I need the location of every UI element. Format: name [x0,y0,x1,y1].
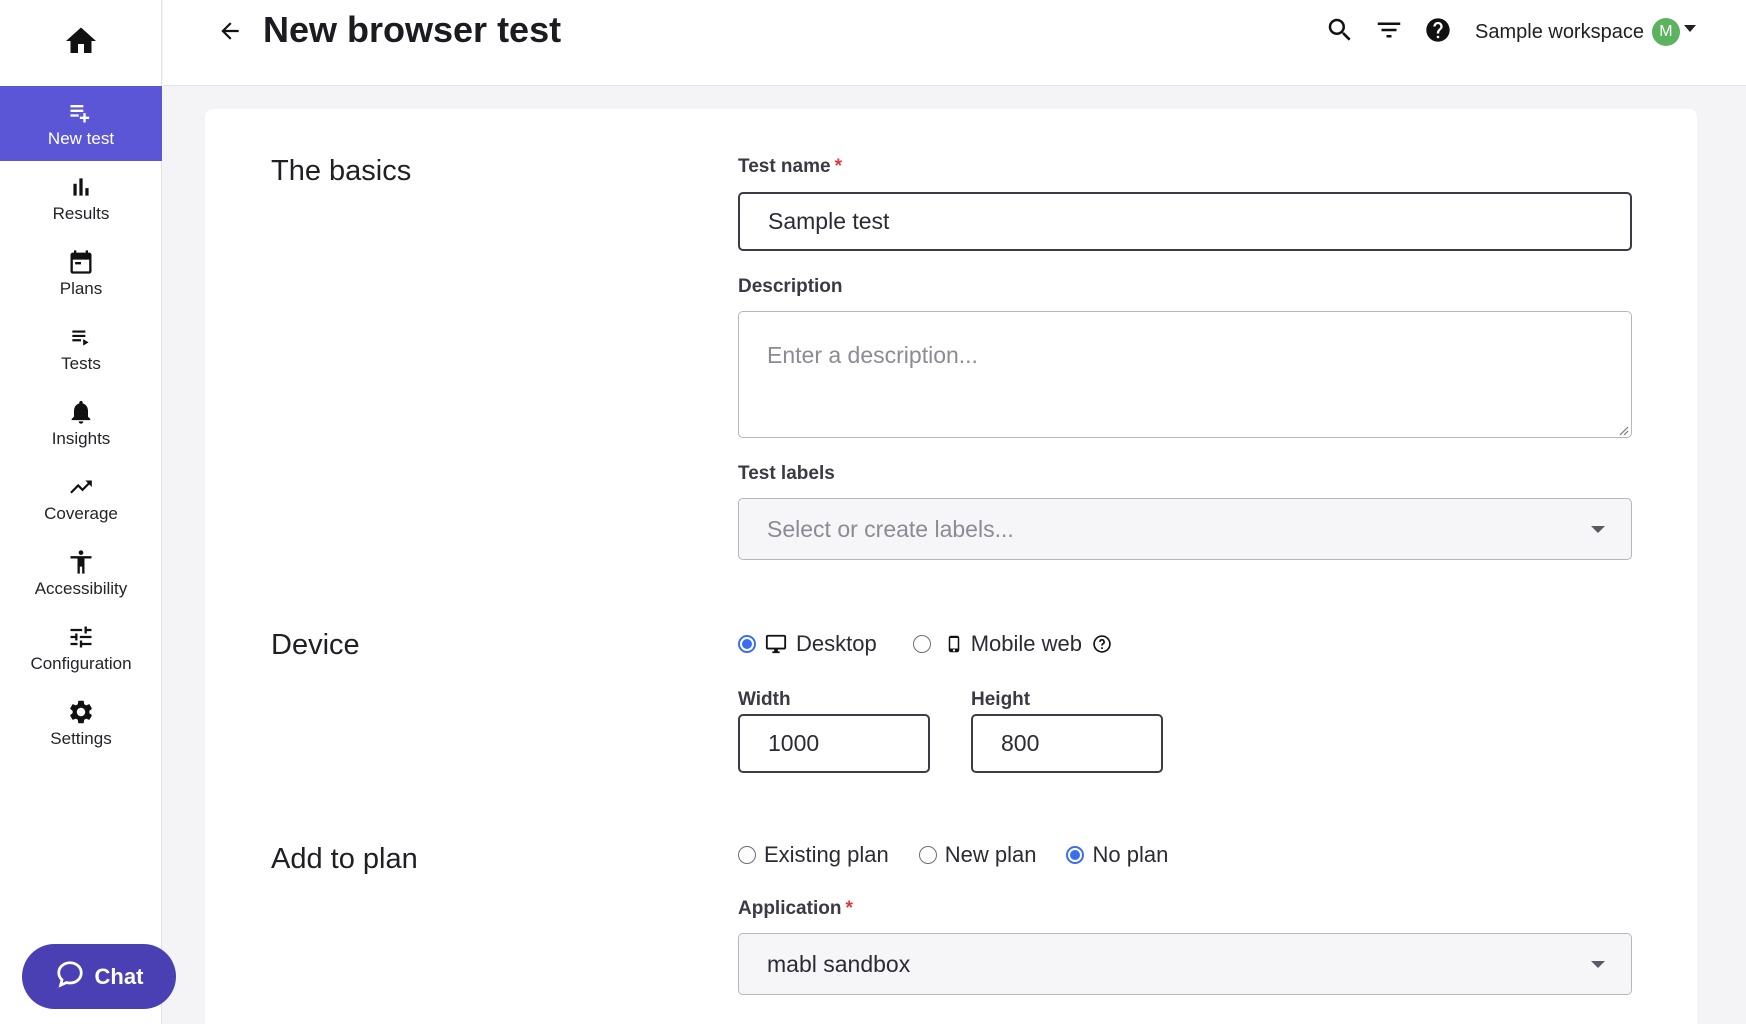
caret-down-icon [1683,24,1696,32]
height-input[interactable] [971,714,1163,773]
sidebar: New test Results Plans Tests Insights Co… [0,0,176,1024]
tune-icon [67,623,95,651]
sidebar-item-plans[interactable]: Plans [0,236,162,311]
width-input[interactable] [738,714,930,773]
sidebar-item-results[interactable]: Results [0,161,162,236]
home-icon [62,23,100,64]
radio-no-plan[interactable]: No plan [1066,842,1168,868]
workspace-switcher[interactable]: Sample workspace M [1475,16,1696,48]
sidebar-item-label: Plans [59,279,103,298]
bell-icon [67,398,95,426]
help-button[interactable] [1423,17,1453,47]
desktop-icon [764,633,788,655]
search-button[interactable] [1325,17,1355,47]
sidebar-item-label: Tests [61,354,101,373]
sidebar-item-label: Coverage [44,504,118,523]
sidebar-item-settings[interactable]: Settings [0,686,162,761]
description-label: Description [738,276,843,297]
chat-label: Chat [94,963,144,989]
sidebar-item-label: Accessibility [34,579,128,598]
radio-desktop[interactable]: Desktop [738,631,877,657]
radio-existing-plan[interactable]: Existing plan [738,842,889,868]
chevron-down-icon [1591,961,1605,968]
required-asterisk: * [834,156,842,177]
section-title-device: Device [271,629,360,661]
chat-bubble-icon [55,959,85,995]
section-title-basics: The basics [271,155,412,187]
required-asterisk: * [845,898,853,919]
list-play-icon [67,323,95,351]
help-outline-icon[interactable] [1092,634,1112,654]
bar-chart-icon [67,173,95,201]
sidebar-item-tests[interactable]: Tests [0,311,162,386]
sidebar-item-new-test[interactable]: New test [0,86,162,161]
filter-button[interactable] [1374,17,1404,47]
radio-existing-plan-label: Existing plan [764,842,889,867]
radio-circle [912,635,931,653]
sidebar-nav: New test Results Plans Tests Insights Co… [0,86,162,761]
header: New browser test Sample workspace M [163,0,1746,86]
avatar: M [1651,18,1680,46]
application-value: mabl sandbox [767,950,911,977]
sidebar-item-label: Insights [51,429,111,448]
radio-circle [738,635,756,653]
sidebar-item-accessibility[interactable]: Accessibility [0,536,162,611]
workspace-name: Sample workspace [1475,20,1644,43]
width-label: Width [738,689,791,710]
device-radio-group: Desktop Mobile web [738,631,1112,657]
test-name-label-text: Test name [738,156,831,177]
radio-no-plan-label: No plan [1092,842,1169,867]
resize-grip-icon[interactable] [1617,423,1629,436]
form-card: The basics Test name* Description Test l… [205,109,1697,1024]
application-select[interactable]: mabl sandbox [738,933,1632,995]
section-title-plan: Add to plan [271,843,418,875]
help-circle-icon [1424,16,1452,49]
gear-icon [67,698,95,726]
radio-desktop-label: Desktop [796,631,877,656]
calendar-icon [67,248,95,276]
radio-circle [918,846,937,864]
sidebar-item-label: Configuration [30,654,132,673]
sidebar-item-configuration[interactable]: Configuration [0,611,162,686]
sidebar-item-label: New test [47,129,115,148]
test-name-label: Test name * [738,156,842,178]
playlist-add-icon [67,98,95,126]
radio-new-plan-label: New plan [944,842,1037,867]
trending-up-icon [67,473,95,501]
back-button[interactable] [215,18,245,48]
sidebar-item-insights[interactable]: Insights [0,386,162,461]
accessibility-icon [67,548,95,576]
mobile-phone-icon [945,632,963,656]
test-name-input[interactable] [738,192,1632,251]
description-field[interactable] [738,311,1632,438]
application-label-text: Application [738,898,842,919]
sidebar-item-coverage[interactable]: Coverage [0,461,162,536]
arrow-left-icon [217,18,243,49]
radio-mobile-web[interactable]: Mobile web [912,631,1112,657]
radio-circle [1066,846,1085,864]
chevron-down-icon [1591,526,1605,533]
application-label: Application * [738,898,853,920]
test-labels-label: Test labels [738,463,835,484]
radio-mobile-web-label: Mobile web [970,631,1082,656]
search-icon [1325,15,1355,50]
sidebar-item-label: Settings [50,729,112,748]
test-labels-select[interactable]: Select or create labels... [738,498,1632,560]
sidebar-item-label: Results [52,204,110,223]
page-title: New browser test [263,9,562,50]
home-button[interactable] [0,0,162,86]
chat-button[interactable]: Chat [22,944,176,1009]
plan-radio-group: Existing plan New plan No plan [738,842,1168,868]
test-labels-placeholder: Select or create labels... [767,515,1014,542]
radio-circle [738,846,756,864]
height-label: Height [971,689,1031,710]
filter-icon [1374,15,1404,50]
radio-new-plan[interactable]: New plan [918,842,1037,868]
